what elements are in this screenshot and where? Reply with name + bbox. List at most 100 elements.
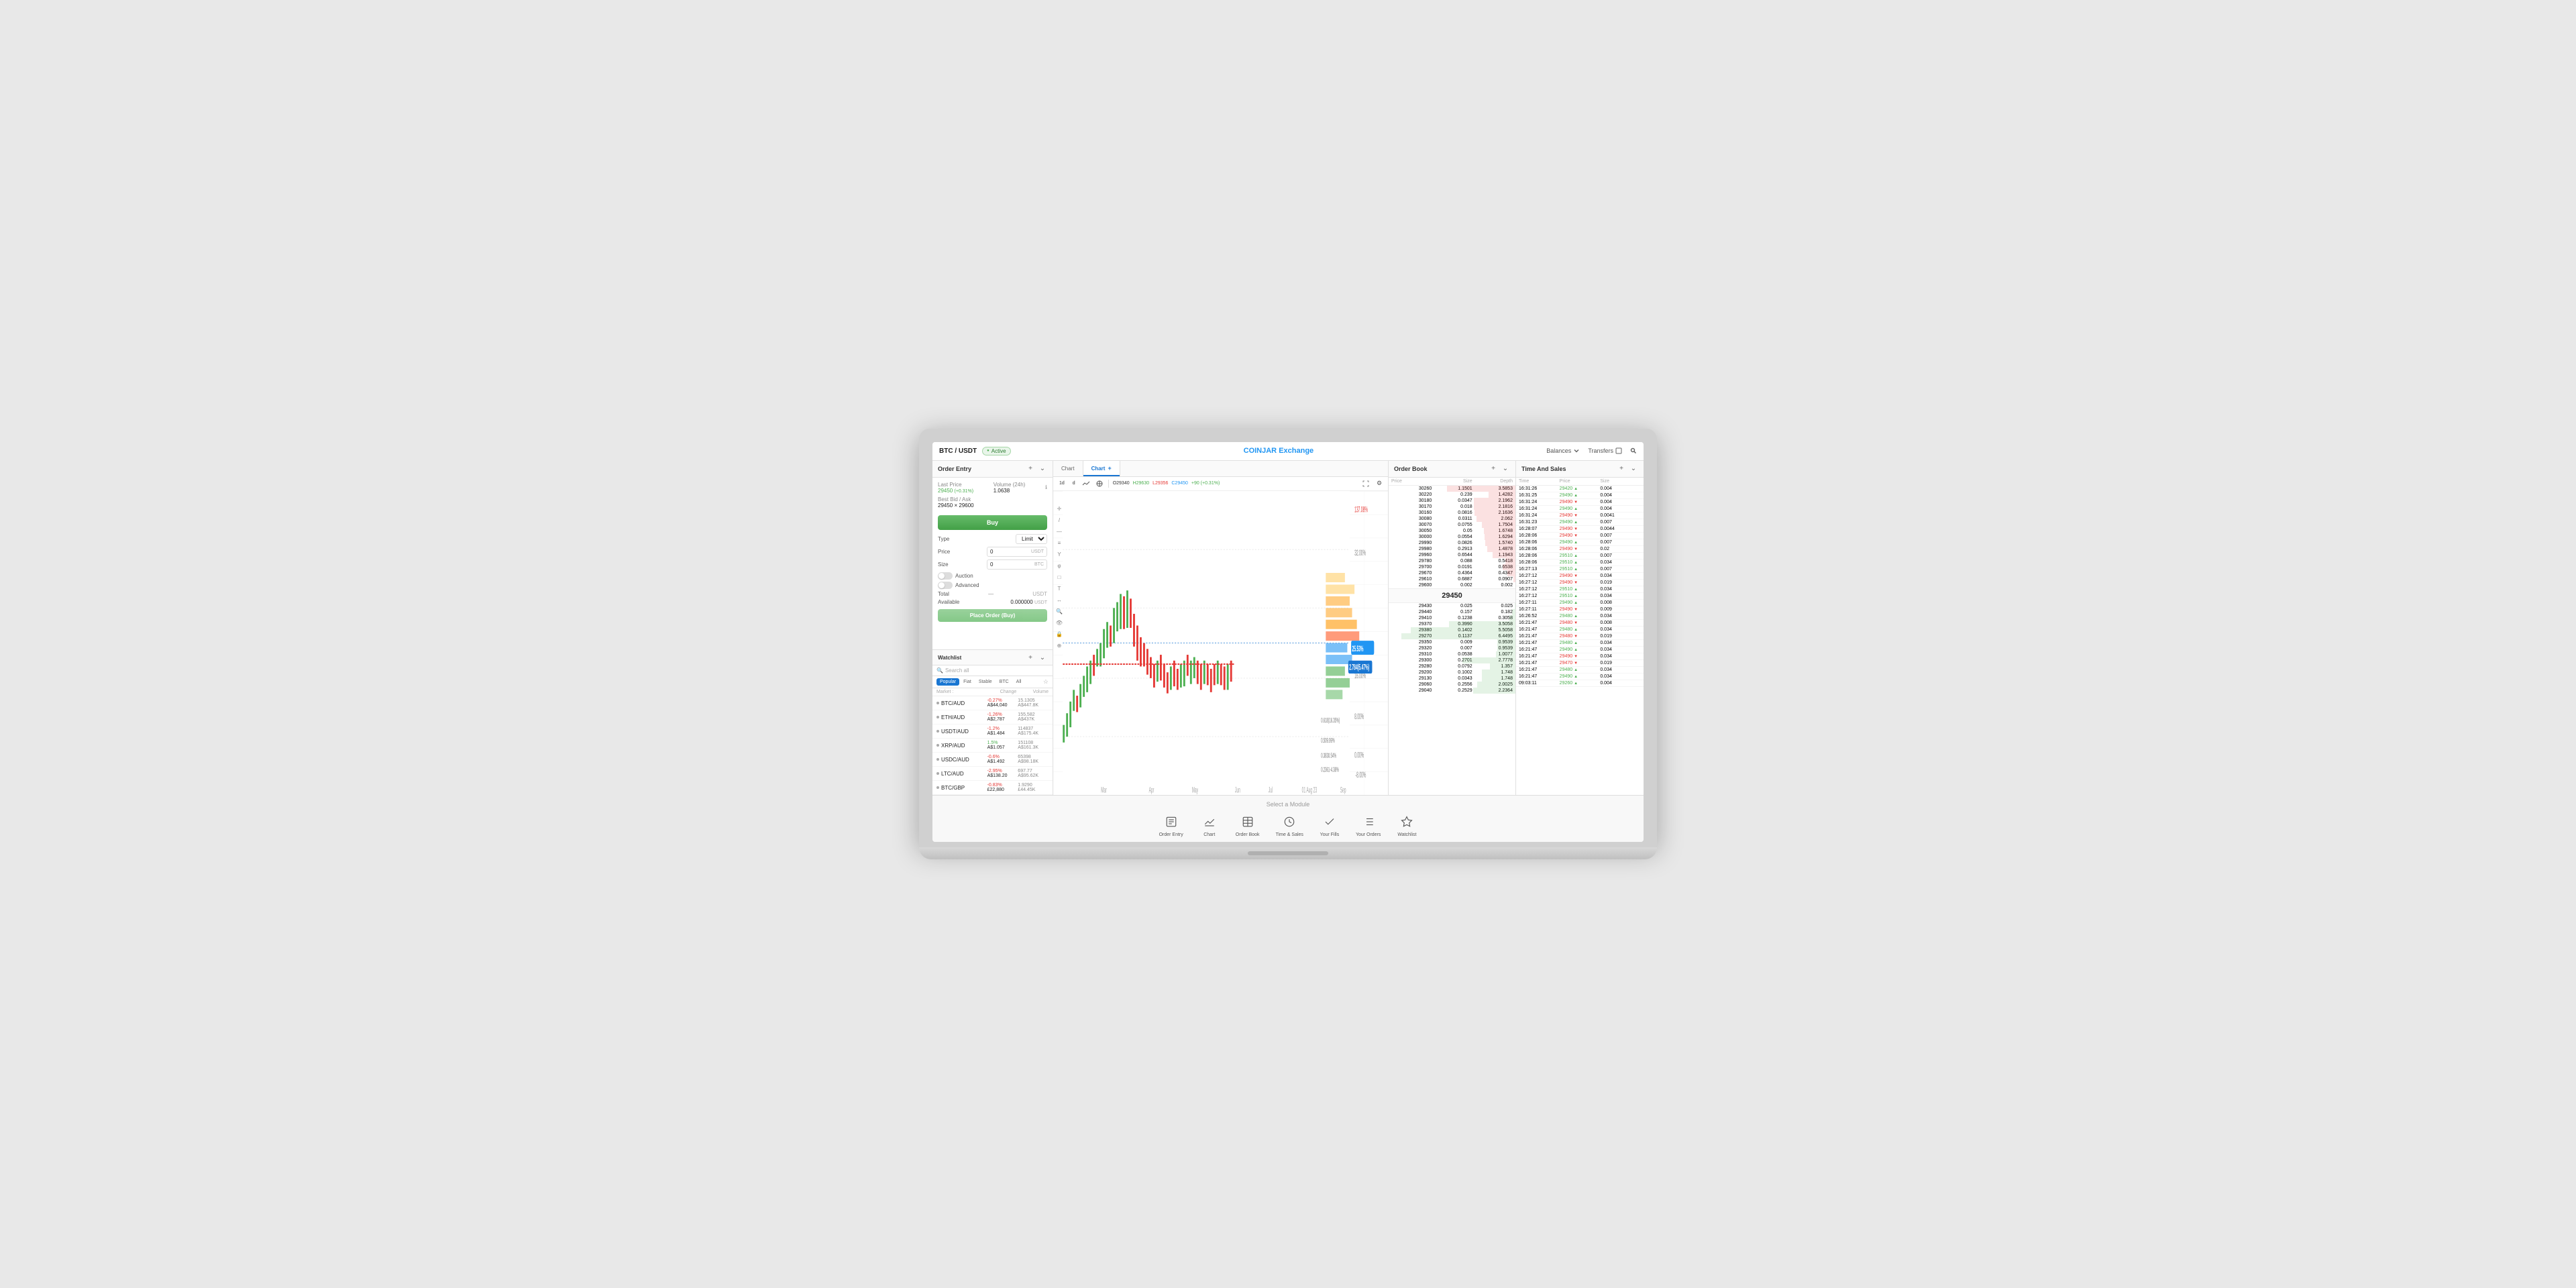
- ob-bid-row[interactable]: 29200 0.1002 1.748: [1389, 669, 1515, 676]
- market-list-item[interactable]: XRP/AUD 1.5%A$1.057 151108A$161.3K: [932, 739, 1053, 753]
- ob-ask-row[interactable]: 29960 0.6544 1.1943: [1389, 552, 1515, 558]
- filter-tab-fiat[interactable]: Fiat: [960, 678, 975, 686]
- trading-pair[interactable]: BTC / USDT: [939, 447, 977, 455]
- ob-bid-row[interactable]: 29370 0.3990 3.5058: [1389, 621, 1515, 627]
- tns-scrollable[interactable]: 16:31:26 29420 ▲ 0.004 16:31:25 29490 ▲ …: [1516, 486, 1644, 795]
- ob-bid-row[interactable]: 29130 0.0343 1.748: [1389, 676, 1515, 682]
- market-list-item[interactable]: BTC/AUD -0.27%A$44,040 15.1305A$447.8K: [932, 696, 1053, 710]
- transfers-button[interactable]: Transfers: [1588, 447, 1622, 454]
- tns-add-button[interactable]: +: [1617, 464, 1626, 474]
- buy-button[interactable]: Buy: [938, 515, 1047, 530]
- ob-bid-row[interactable]: 29440 0.157 0.182: [1389, 609, 1515, 615]
- ob-ask-row[interactable]: 30070 0.0755 1.7504: [1389, 522, 1515, 528]
- crosshair-icon[interactable]: ✛: [1055, 504, 1064, 514]
- line-tool-icon[interactable]: /: [1055, 516, 1064, 525]
- market-list-item[interactable]: LTC/AUD -2.95%A$138.20 697.77A$95.62K: [932, 767, 1053, 781]
- market-list-item[interactable]: ETH/AUD -1.26%A$2,787 155,582A$437K: [932, 710, 1053, 724]
- module-label-your-orders: Your Orders: [1356, 833, 1381, 837]
- search-button[interactable]: [1630, 447, 1637, 454]
- ob-ask-row[interactable]: 30080 0.0311 2.062: [1389, 516, 1515, 522]
- rect-icon[interactable]: □: [1055, 573, 1064, 582]
- panel-menu-button[interactable]: ⌄: [1038, 464, 1047, 474]
- module-watchlist[interactable]: Watchlist: [1397, 813, 1417, 837]
- watchlist-add-button[interactable]: +: [1026, 653, 1035, 662]
- ob-ask-row[interactable]: 29990 0.0826 1.5740: [1389, 540, 1515, 546]
- ob-bid-row[interactable]: 29280 0.0792 1.357: [1389, 663, 1515, 669]
- ob-ask-row[interactable]: 29980 0.2913 1.4878: [1389, 546, 1515, 552]
- module-your-orders[interactable]: Your Orders: [1356, 813, 1381, 837]
- auction-toggle[interactable]: [938, 572, 953, 580]
- ob-ask-row[interactable]: 30050 0.05 1.6748: [1389, 528, 1515, 534]
- info-icon[interactable]: ℹ: [1045, 484, 1047, 490]
- orderbook-scrollable[interactable]: 30260 1.1501 3.5853 30220 0.239 1.4282 3…: [1389, 486, 1515, 795]
- pitchfork-icon[interactable]: Y: [1055, 550, 1064, 559]
- ob-bid-row[interactable]: 29410 0.1238 0.3058: [1389, 615, 1515, 621]
- measure-icon[interactable]: ↔: [1055, 596, 1064, 605]
- place-order-button[interactable]: Place Order (Buy): [938, 609, 1047, 622]
- module-time-sales[interactable]: Time & Sales: [1276, 813, 1303, 837]
- tab-add-icon[interactable]: +: [1108, 465, 1111, 472]
- market-volume: 1.9290£44.45K: [1018, 783, 1049, 792]
- add-panel-button[interactable]: +: [1026, 464, 1035, 474]
- magnet-icon[interactable]: ⊕: [1055, 641, 1064, 651]
- price-input[interactable]: 0 USDT: [987, 547, 1047, 557]
- fib-icon[interactable]: φ: [1055, 561, 1064, 571]
- size-input[interactable]: 0 BTC: [987, 559, 1047, 570]
- ob-ask-row[interactable]: 29610 0.6887 0.0907: [1389, 576, 1515, 582]
- ob-ask-row[interactable]: 30220 0.239 1.4282: [1389, 492, 1515, 498]
- horizontal-line-icon[interactable]: —: [1055, 527, 1064, 537]
- chart-tab-2[interactable]: Chart +: [1083, 461, 1120, 476]
- ob-ask-row[interactable]: 30260 1.1501 3.5853: [1389, 486, 1515, 492]
- tns-size: 0.02: [1600, 547, 1641, 551]
- ob-menu-button[interactable]: ⌄: [1501, 464, 1510, 474]
- ob-ask-row[interactable]: 29700 0.0191 0.6538: [1389, 564, 1515, 570]
- filter-tab-popular[interactable]: Popular: [936, 678, 959, 686]
- ob-ask-row[interactable]: 30160 0.0816 2.1636: [1389, 510, 1515, 516]
- timeframe-selector[interactable]: 1d: [1057, 480, 1067, 486]
- ob-bid-row[interactable]: 29350 0.009 0.9539: [1389, 639, 1515, 645]
- ob-bid-row[interactable]: 29310 0.0538 1.0077: [1389, 651, 1515, 657]
- settings-icon[interactable]: ⚙: [1375, 479, 1384, 488]
- ob-ask-row[interactable]: 29600 0.002 0.002: [1389, 582, 1515, 588]
- ob-ask-row[interactable]: 29780 0.088 0.5418: [1389, 558, 1515, 564]
- text-icon[interactable]: T: [1055, 584, 1064, 594]
- ob-bid-row[interactable]: 29270 0.1137 6.4495: [1389, 633, 1515, 639]
- channel-icon[interactable]: ≡: [1055, 539, 1064, 548]
- market-list-item[interactable]: BTC/GBP -0.83%£22,880 1.9290£44.45K: [932, 781, 1053, 795]
- module-order-book[interactable]: Order Book: [1236, 813, 1260, 837]
- filter-tab-btc[interactable]: BTC: [996, 678, 1012, 686]
- module-your-fills[interactable]: Your Fills: [1320, 813, 1340, 837]
- star-filter-icon[interactable]: ☆: [1043, 678, 1049, 686]
- ob-bid-row[interactable]: 29300 0.2701 2.7778: [1389, 657, 1515, 663]
- ob-bid-row[interactable]: 29320 0.007 0.9539: [1389, 645, 1515, 651]
- market-list-item[interactable]: USDC/AUD -0.6%A$1.492 65398A$98.18K: [932, 753, 1053, 767]
- ob-depth-bar: [1447, 486, 1515, 492]
- tns-menu-button[interactable]: ⌄: [1629, 464, 1638, 474]
- fullscreen-icon[interactable]: [1361, 479, 1371, 488]
- ob-ask-row[interactable]: 30180 0.0347 2.1962: [1389, 498, 1515, 504]
- zoom-icon[interactable]: 🔍: [1055, 607, 1064, 616]
- ob-bid-row[interactable]: 29380 0.1402 5.5058: [1389, 627, 1515, 633]
- ob-ask-row[interactable]: 29670 0.4364 0.4347: [1389, 570, 1515, 576]
- market-list-item[interactable]: USDT/AUD -1.2%A$1.484 114837A$175.4K: [932, 724, 1053, 739]
- filter-tab-stable[interactable]: Stable: [975, 678, 996, 686]
- indicator-icon[interactable]: [1081, 479, 1091, 488]
- ob-add-button[interactable]: +: [1489, 464, 1498, 474]
- filter-tab-all[interactable]: All: [1013, 678, 1025, 686]
- ob-bid-row[interactable]: 29040 0.2529 2.2364: [1389, 688, 1515, 694]
- eye-icon[interactable]: 👁: [1055, 619, 1064, 628]
- module-order-entry[interactable]: Order Entry: [1159, 813, 1183, 837]
- type-select[interactable]: Limit: [1016, 534, 1047, 544]
- ob-bid-row[interactable]: 29430 0.025 0.025: [1389, 603, 1515, 609]
- balances-button[interactable]: Balances: [1546, 447, 1580, 454]
- advanced-toggle[interactable]: [938, 582, 953, 589]
- module-chart[interactable]: Chart: [1199, 813, 1220, 837]
- drawing-icon[interactable]: [1095, 479, 1104, 488]
- ob-ask-row[interactable]: 30170 0.018 2.1816: [1389, 504, 1515, 510]
- ob-bid-row[interactable]: 29060 0.2556 2.0025: [1389, 682, 1515, 688]
- series-type[interactable]: d: [1071, 480, 1077, 486]
- chart-tab-1[interactable]: Chart: [1053, 461, 1083, 476]
- ob-ask-row[interactable]: 30000 0.0554 1.6294: [1389, 534, 1515, 540]
- lock-icon[interactable]: 🔒: [1055, 630, 1064, 639]
- watchlist-menu-button[interactable]: ⌄: [1038, 653, 1047, 662]
